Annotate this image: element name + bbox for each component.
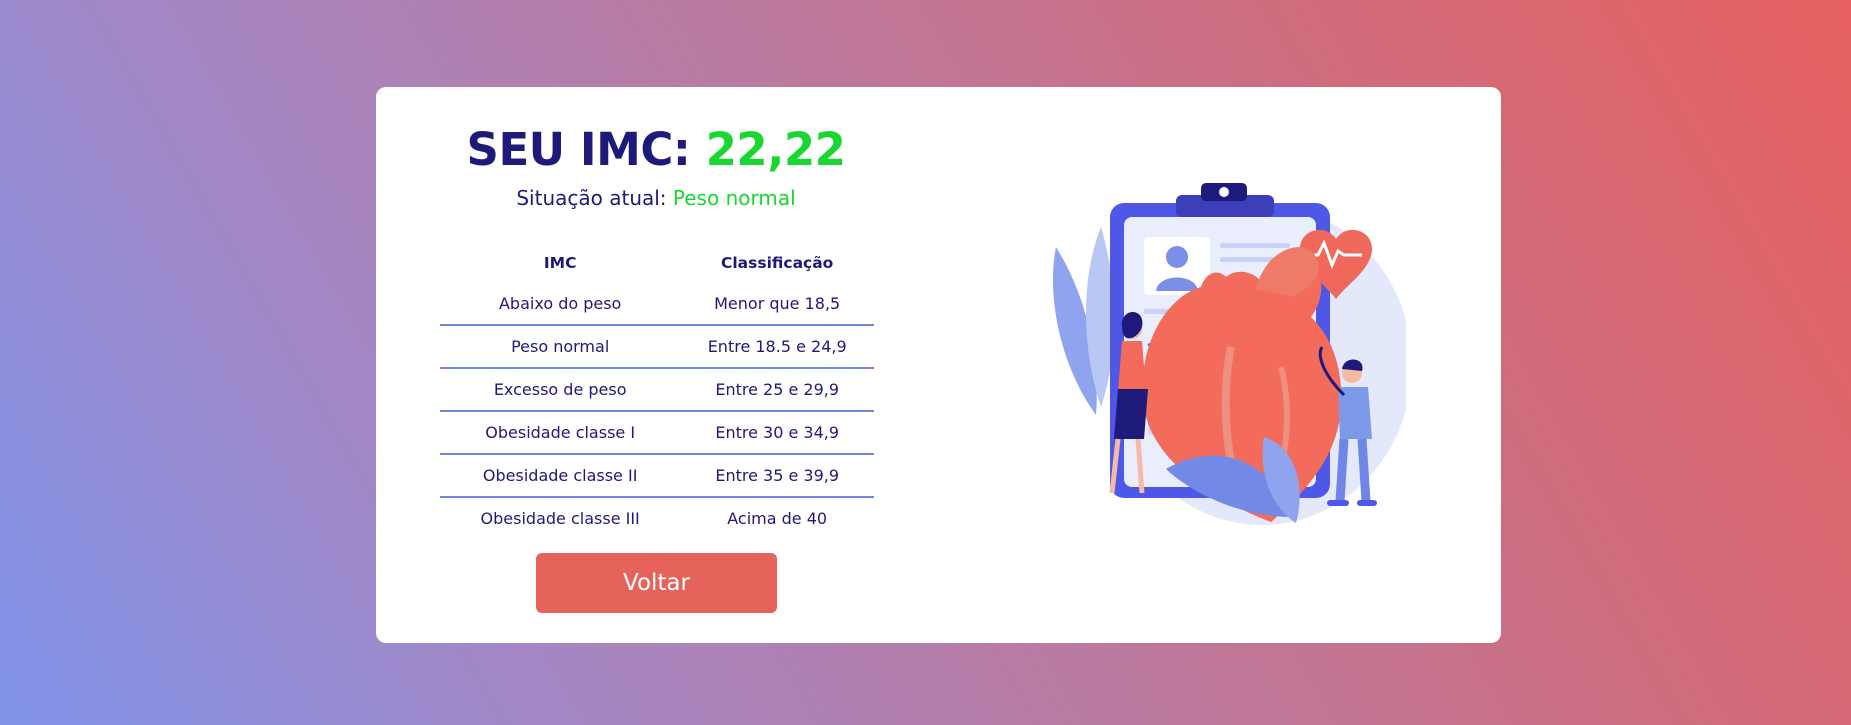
row-imc: Obesidade classe II bbox=[440, 454, 681, 498]
clipboard-clip-hole-shape bbox=[1219, 187, 1229, 197]
result-panel: SEU IMC: 22,22 Situação atual: Peso norm… bbox=[376, 87, 936, 643]
row-imc: Excesso de peso bbox=[440, 368, 681, 412]
row-imc: Abaixo do peso bbox=[440, 283, 681, 326]
header-classificacao: Classificação bbox=[720, 253, 834, 272]
table-row: Excesso de peso Entre 25 e 29,9 bbox=[440, 368, 874, 412]
imc-title: SEU IMC: 22,22 bbox=[376, 123, 936, 176]
status-label: Situação atual: bbox=[516, 186, 667, 210]
current-status: Situação atual: Peso normal bbox=[376, 186, 936, 210]
row-classification: Entre 30 e 34,9 bbox=[680, 411, 874, 455]
header-imc: IMC bbox=[543, 253, 577, 272]
row-classification: Entre 35 e 39,9 bbox=[680, 454, 874, 498]
status-value: Peso normal bbox=[672, 186, 796, 210]
profile-head-icon bbox=[1166, 246, 1188, 268]
imc-title-prefix: SEU IMC: bbox=[466, 123, 691, 176]
row-classification: Entre 18.5 e 24,9 bbox=[680, 325, 874, 369]
row-classification: Entre 25 e 29,9 bbox=[680, 368, 874, 412]
imc-classification-table: IMC Classificação Abaixo do peso Menor q… bbox=[440, 242, 874, 539]
woman-torso-icon bbox=[1118, 341, 1146, 391]
heart-checkup-illustration bbox=[1052, 183, 1406, 525]
table-header-row: IMC Classificação bbox=[440, 242, 874, 283]
back-button[interactable]: Voltar bbox=[536, 553, 777, 613]
imc-value: 22,22 bbox=[705, 123, 846, 176]
table-row: Peso normal Entre 18.5 e 24,9 bbox=[440, 325, 874, 369]
woman-skirt-icon bbox=[1114, 389, 1148, 439]
row-imc: Obesidade classe I bbox=[440, 411, 681, 455]
table-row: Abaixo do peso Menor que 18,5 bbox=[440, 283, 874, 326]
row-imc: Peso normal bbox=[440, 325, 681, 369]
row-classification: Menor que 18,5 bbox=[680, 283, 874, 326]
table-row: Obesidade classe II Entre 35 e 39,9 bbox=[440, 454, 874, 498]
text-line-shape bbox=[1220, 243, 1290, 248]
table-row: Obesidade classe I Entre 30 e 34,9 bbox=[440, 411, 874, 455]
row-imc: Obesidade classe III bbox=[480, 509, 640, 528]
text-line-shape bbox=[1220, 257, 1278, 262]
row-classification: Acima de 40 bbox=[727, 509, 828, 528]
table-row: Obesidade classe III Acima de 40 bbox=[440, 497, 874, 539]
result-card: SEU IMC: 22,22 Situação atual: Peso norm… bbox=[376, 87, 1501, 643]
